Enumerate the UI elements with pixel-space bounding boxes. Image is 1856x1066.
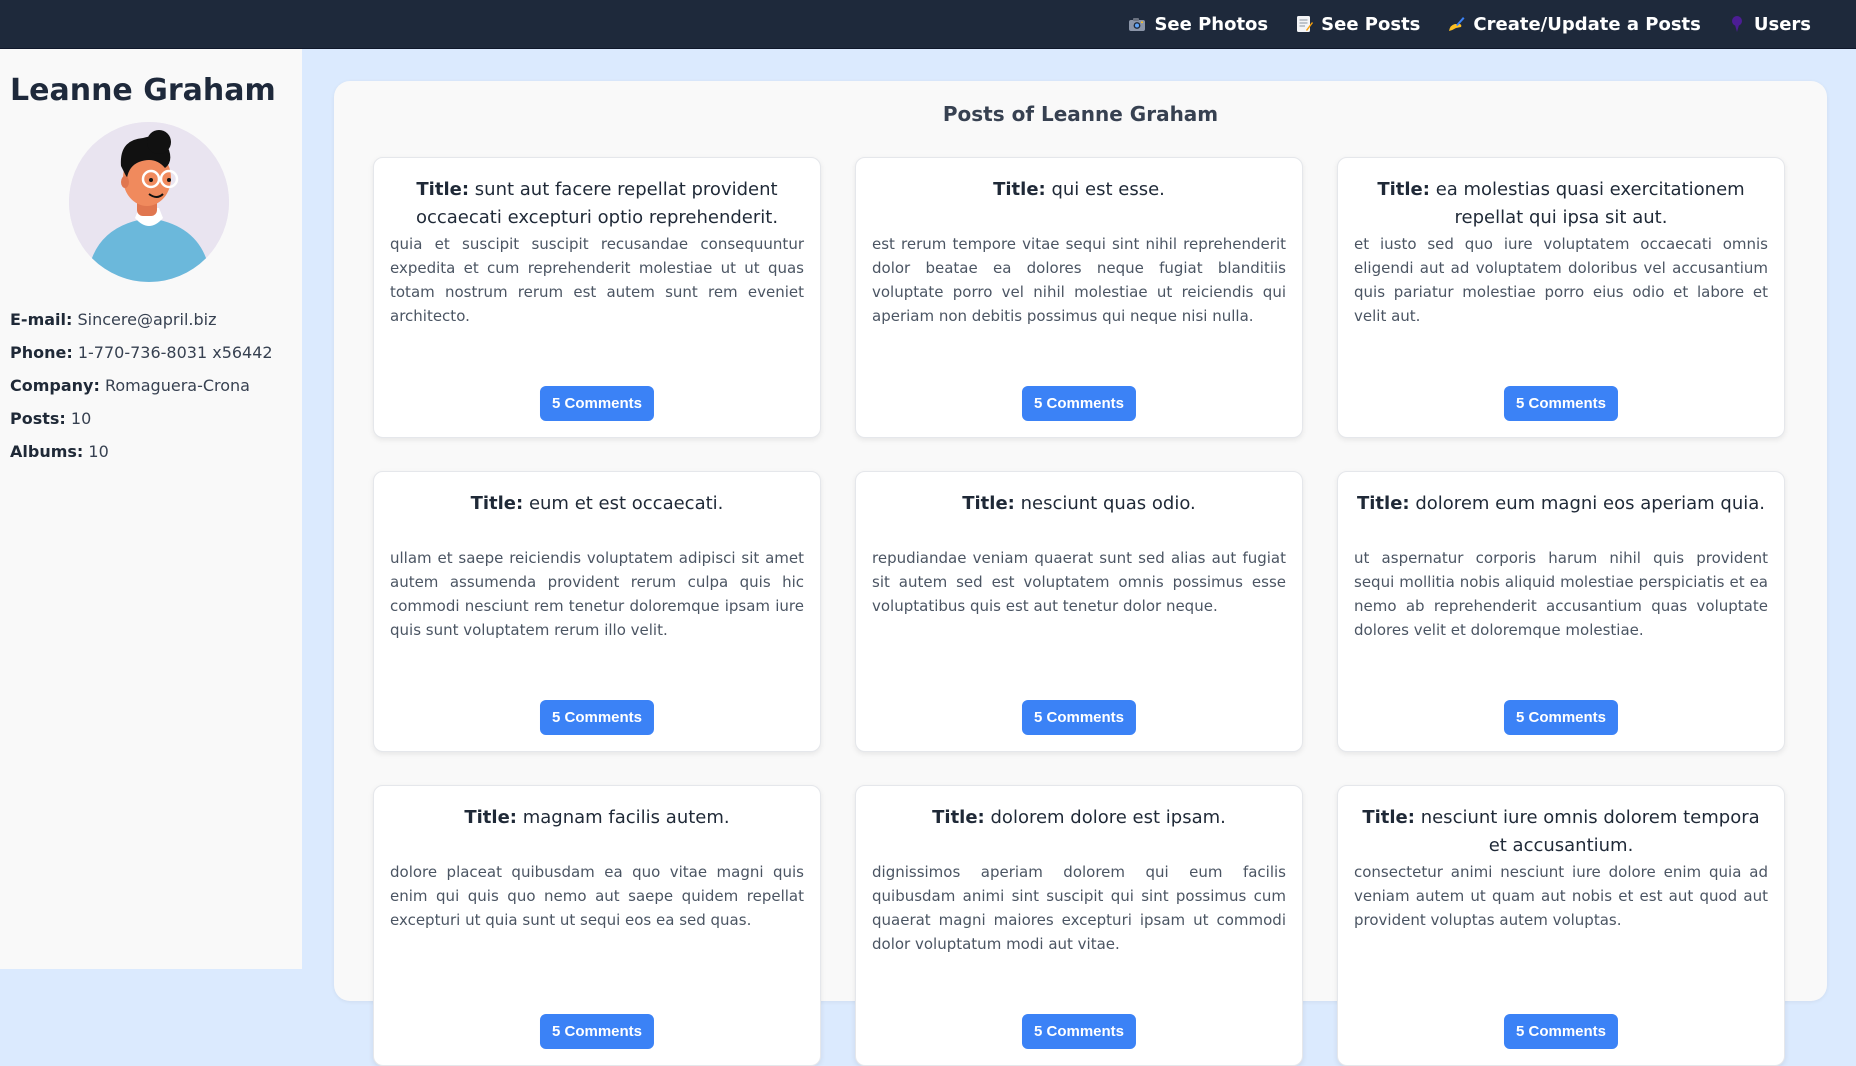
comments-button[interactable]: 5 Comments: [539, 700, 655, 735]
posts-grid: Title: sunt aut facere repellat providen…: [373, 157, 1785, 1066]
post-title: Title: qui est esse.: [872, 176, 1286, 232]
posts-label: Posts:: [10, 409, 66, 428]
post-title-prefix: Title:: [1362, 807, 1415, 828]
post-title-prefix: Title:: [470, 493, 524, 514]
post-title-prefix: Title:: [416, 179, 470, 200]
post-body: repudiandae veniam quaerat sunt sed alia…: [872, 549, 1286, 615]
post-card: Title: qui est esse. est rerum tempore v…: [855, 157, 1303, 438]
user-posts-row: Posts: 10: [10, 409, 292, 428]
post-body: est rerum tempore vitae sequi sint nihil…: [872, 235, 1286, 325]
post-card: Title: dolorem dolore est ipsam. digniss…: [855, 785, 1303, 1066]
post-title: Title: sunt aut facere repellat providen…: [390, 176, 804, 232]
user-albums-row: Albums: 10: [10, 442, 292, 461]
nav-see-photos[interactable]: See Photos: [1127, 14, 1268, 35]
comments-button[interactable]: 5 Comments: [1503, 700, 1619, 735]
post-card: Title: nesciunt quas odio. repudiandae v…: [855, 471, 1303, 752]
post-title-prefix: Title:: [1377, 179, 1430, 200]
post-card: Title: eum et est occaecati. ullam et sa…: [373, 471, 821, 752]
nav-users-label: Users: [1753, 13, 1811, 35]
post-title-text: sunt aut facere repellat provident occae…: [415, 179, 779, 228]
user-email: Sincere@april.biz: [77, 310, 217, 329]
user-albums-count: 10: [88, 442, 109, 461]
avatar-illustration: [69, 122, 229, 282]
comments-button[interactable]: 5 Comments: [539, 1014, 655, 1049]
company-label: Company:: [10, 376, 100, 395]
user-name: Leanne Graham: [10, 73, 276, 108]
posts-panel: Posts of Leanne Graham Title: sunt aut f…: [334, 81, 1827, 1066]
post-title: Title: eum et est occaecati.: [390, 490, 804, 546]
comments-button[interactable]: 5 Comments: [539, 386, 655, 421]
post-card: Title: sunt aut facere repellat providen…: [373, 157, 821, 438]
post-title-prefix: Title:: [932, 807, 985, 828]
post-body: quia et suscipit suscipit recusandae con…: [390, 235, 804, 325]
user-phone: 1-770-736-8031 x56442: [77, 343, 273, 362]
post-title-text: nesciunt quas odio.: [1020, 493, 1196, 514]
comments-button[interactable]: 5 Comments: [1503, 1014, 1619, 1049]
post-title-prefix: Title:: [464, 807, 517, 828]
memo-icon: [1294, 14, 1314, 34]
email-label: E-mail:: [10, 310, 73, 329]
post-title: Title: nesciunt quas odio.: [872, 490, 1286, 546]
user-phone-row: Phone: 1-770-736-8031 x56442: [10, 343, 292, 362]
user-company-row: Company: Romaguera-Crona: [10, 376, 292, 395]
page-title: Posts of Leanne Graham: [942, 102, 1219, 126]
post-body: ullam et saepe reiciendis voluptatem adi…: [390, 549, 804, 639]
user-posts-count: 10: [70, 409, 92, 428]
post-title: Title: dolorem eum magni eos aperiam qui…: [1354, 490, 1768, 546]
comments-button[interactable]: 5 Comments: [1021, 1014, 1137, 1049]
comments-button[interactable]: 5 Comments: [1503, 386, 1619, 421]
top-navbar: See Photos See Posts Create/Update a Pos…: [0, 0, 1856, 49]
post-body: dolore placeat quibusdam ea quo vitae ma…: [390, 863, 804, 929]
comments-button[interactable]: 5 Comments: [1021, 386, 1137, 421]
avatar: [69, 122, 229, 282]
post-body: dignissimos aperiam dolorem qui eum faci…: [872, 863, 1286, 953]
user-pin-icon: [1727, 14, 1747, 34]
nav-create-update-post-label: Create/Update a Posts: [1473, 13, 1701, 35]
user-sidebar: Leanne Graham E-mail: Sincere@april.biz …: [0, 49, 302, 969]
post-card: Title: ea molestias quasi exercitationem…: [1337, 157, 1785, 438]
post-card: Title: dolorem eum magni eos aperiam qui…: [1337, 471, 1785, 752]
post-title-text: ea molestias quasi exercitationem repell…: [1435, 179, 1745, 228]
camera-icon: [1127, 14, 1147, 34]
post-title-text: dolorem eum magni eos aperiam quia.: [1415, 493, 1765, 514]
post-title-text: eum et est occaecati.: [528, 493, 724, 514]
post-title-text: qui est esse.: [1051, 179, 1165, 200]
post-title-prefix: Title:: [1356, 493, 1410, 514]
writing-hand-icon: [1446, 14, 1466, 34]
albums-label: Albums:: [10, 442, 84, 461]
post-body: et iusto sed quo iure voluptatem occaeca…: [1354, 235, 1768, 325]
post-body: ut aspernatur corporis harum nihil quis …: [1354, 549, 1768, 639]
post-body: consectetur animi nesciunt iure dolore e…: [1354, 863, 1768, 929]
nav-see-photos-label: See Photos: [1154, 13, 1269, 35]
post-card: Title: nesciunt iure omnis dolorem tempo…: [1337, 785, 1785, 1066]
nav-users[interactable]: Users: [1727, 14, 1811, 35]
nav-see-posts-label: See Posts: [1321, 13, 1421, 35]
nav-create-update-post[interactable]: Create/Update a Posts: [1446, 13, 1701, 35]
post-title-prefix: Title:: [993, 179, 1046, 200]
user-company: Romaguera-Crona: [104, 376, 250, 395]
phone-label: Phone:: [10, 343, 73, 362]
user-email-row: E-mail: Sincere@april.biz: [10, 310, 292, 329]
post-title-text: nesciunt iure omnis dolorem tempora et a…: [1420, 807, 1760, 856]
comments-button[interactable]: 5 Comments: [1021, 700, 1137, 735]
post-title: Title: ea molestias quasi exercitationem…: [1354, 176, 1768, 232]
post-title: Title: nesciunt iure omnis dolorem tempo…: [1354, 804, 1768, 860]
post-title: Title: dolorem dolore est ipsam.: [872, 804, 1286, 860]
post-title-prefix: Title:: [962, 493, 1015, 514]
post-card: Title: magnam facilis autem. dolore plac…: [373, 785, 821, 1066]
nav-see-posts[interactable]: See Posts: [1294, 14, 1420, 35]
post-title-text: magnam facilis autem.: [522, 807, 730, 828]
post-title: Title: magnam facilis autem.: [390, 804, 804, 860]
post-title-text: dolorem dolore est ipsam.: [990, 807, 1226, 828]
